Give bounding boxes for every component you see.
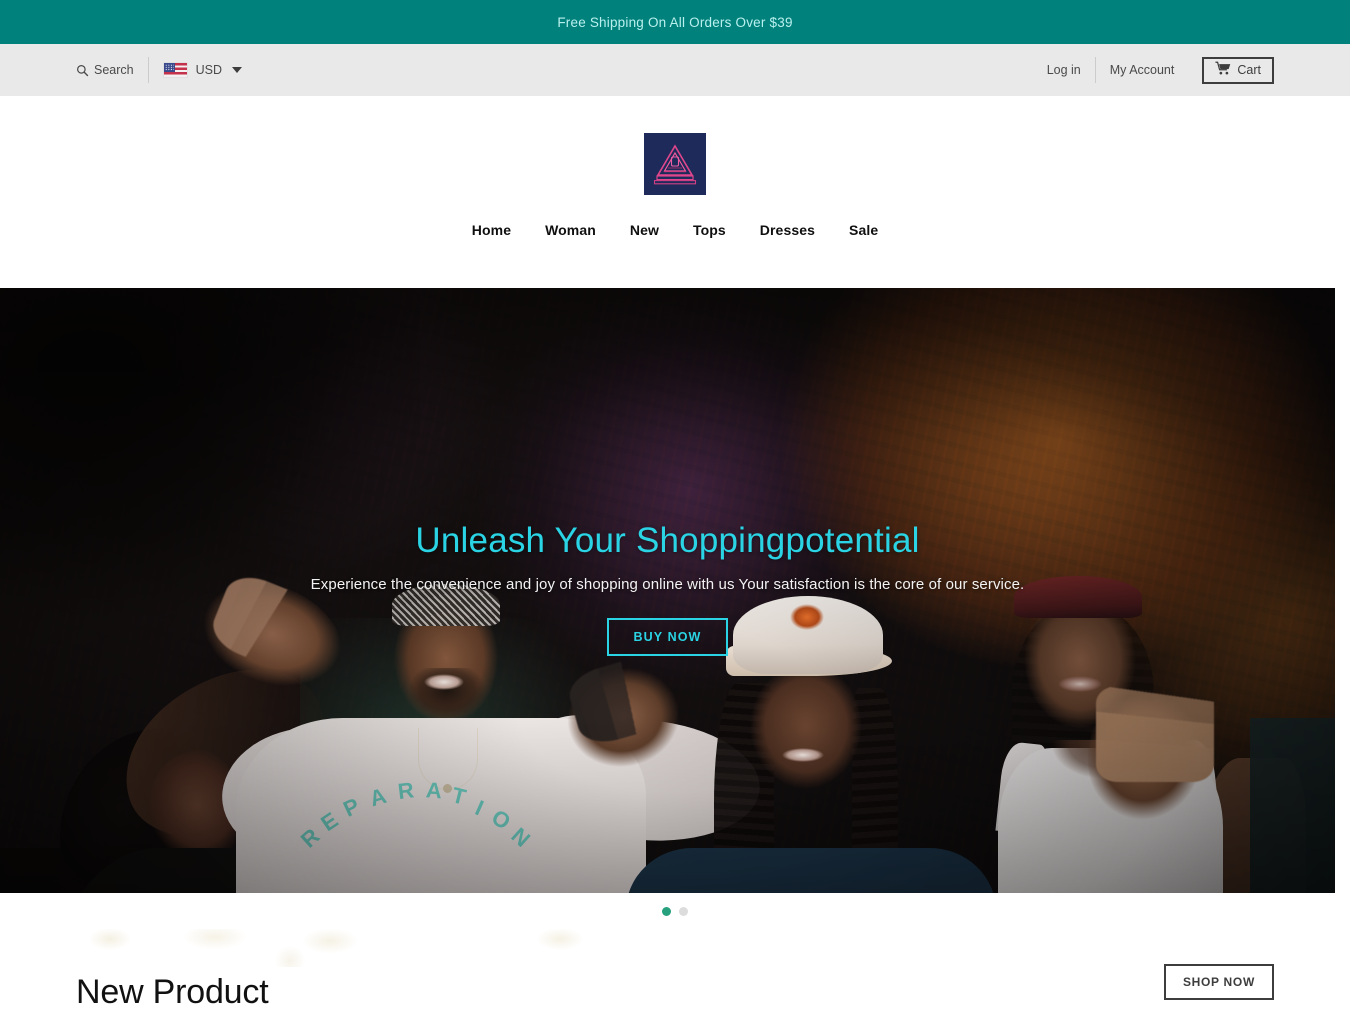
brand-block: Home Woman New Tops Dresses Sale: [0, 96, 1350, 288]
announcement-bar: Free Shipping On All Orders Over $39: [0, 0, 1350, 44]
currency-code: USD: [195, 63, 223, 77]
main-navigation: Home Woman New Tops Dresses Sale: [455, 222, 895, 238]
shop-now-button[interactable]: SHOP NOW: [1163, 964, 1274, 1000]
cart-button[interactable]: Cart: [1202, 56, 1274, 84]
nav-item-sale[interactable]: Sale: [832, 222, 895, 238]
us-flag-icon: [162, 62, 188, 78]
page-root: Free Shipping On All Orders Over $39 Sea…: [0, 0, 1350, 1013]
chevron-down-icon: [232, 67, 243, 73]
new-product-section: New Product SHOP NOW: [0, 929, 1350, 1009]
hero-slider[interactable]: R E P A R A T I O N: [0, 288, 1335, 893]
section-watermark: [0, 929, 1350, 967]
cart-label: Cart: [1237, 63, 1261, 77]
utility-bar: Search USD Log in My Account Cart: [0, 44, 1350, 96]
utility-bar-left: Search USD: [76, 57, 243, 83]
login-link[interactable]: Log in: [1033, 63, 1095, 77]
buy-now-button[interactable]: BUY NOW: [606, 617, 729, 656]
my-account-link[interactable]: My Account: [1096, 63, 1189, 77]
hero-title: Unleash Your Shoppingpotential: [415, 521, 920, 560]
slider-dot-2[interactable]: [679, 906, 688, 916]
announcement-text: Free Shipping On All Orders Over $39: [557, 14, 793, 30]
nav-item-tops[interactable]: Tops: [676, 222, 743, 238]
slider-dot-1[interactable]: [662, 906, 671, 916]
search-button[interactable]: Search: [76, 63, 148, 77]
hero-copy: Unleash Your Shoppingpotential Experienc…: [0, 520, 1335, 656]
nav-item-woman[interactable]: Woman: [528, 222, 613, 238]
slider-pagination: [0, 893, 1350, 929]
nav-item-dresses[interactable]: Dresses: [743, 222, 832, 238]
utility-bar-right: Log in My Account Cart: [1033, 56, 1274, 84]
search-icon: [76, 64, 89, 77]
hero-subtitle: Experience the convenience and joy of sh…: [310, 576, 1025, 594]
shopping-cart-icon: [1215, 61, 1231, 79]
search-label: Search: [94, 63, 134, 77]
currency-selector[interactable]: USD: [149, 62, 243, 78]
pyramid-logo[interactable]: [644, 133, 706, 195]
scroll-gutter: [1335, 288, 1350, 893]
new-product-title: New Product: [76, 973, 269, 1009]
nav-item-home[interactable]: Home: [455, 222, 528, 238]
nav-item-new[interactable]: New: [613, 222, 676, 238]
